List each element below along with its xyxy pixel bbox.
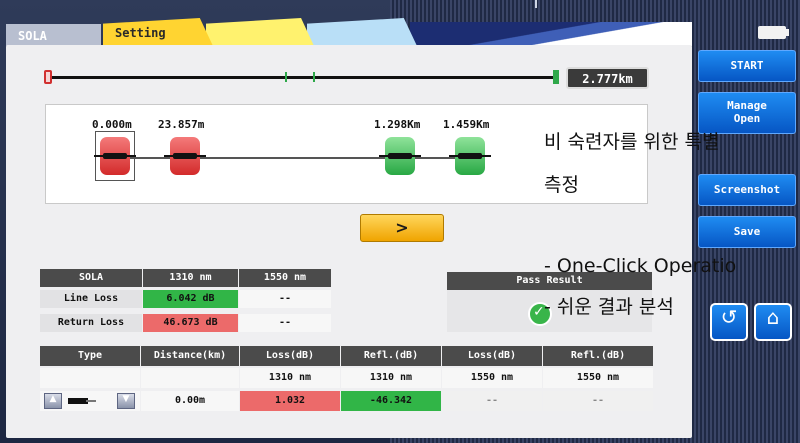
event-header-loss-1310: Loss(dB) [240,346,340,366]
triangle-up-icon: ▲ [49,394,57,404]
event-header-distance: Distance(km) [141,346,239,366]
event-distance-label: 0.000m [92,118,132,131]
start-button[interactable]: START [698,50,796,82]
event-header-refl-1550: Refl.(dB) [543,346,653,366]
otdr-screen: Setting SOLA 2.777km 0.000m 23.857m 1.29… [0,0,800,443]
return-loss-1310: 46.673 dB [143,314,238,332]
row-label-line-loss: Line Loss [40,290,142,308]
event-header-loss-1550: Loss(dB) [442,346,542,366]
total-distance-label: 2.777km [566,67,649,89]
return-loss-1550: -- [239,314,331,332]
distance-end-marker [553,70,559,84]
save-label: Save [733,225,761,238]
subheader-refl-1310: 1310 nm [341,368,441,388]
subheader-loss-1550: 1550 nm [442,368,542,388]
battery-icon [758,26,789,39]
home-icon: ⌂ [766,305,780,329]
top-marker [535,0,537,8]
event-distance-label: 23.857m [158,118,205,131]
line-loss-1550: -- [239,290,331,308]
overlay-caption: 측정 [544,174,579,196]
connector-type-icon [68,398,96,404]
screenshot-button[interactable]: Screenshot [698,174,796,206]
triangle-down-icon: ▼ [122,394,130,404]
tab-sola[interactable]: SOLA [6,24,101,46]
event-loss-1310-value: 1.032 [240,391,340,411]
event-connector-red[interactable] [164,137,206,175]
back-arrow-icon: ↺ [720,305,738,329]
chevron-right-icon: > [395,218,409,237]
overlay-caption: - 쉬운 결과 분석 [544,296,674,318]
summary-header-sola: SOLA [40,269,142,287]
screenshot-label: Screenshot [713,183,781,196]
back-button[interactable]: ↺ [710,303,748,341]
subheader-refl-1550: 1550 nm [543,368,653,388]
overlay-caption: 비 숙련자를 위한 특별 [544,131,720,153]
next-event-button[interactable]: > [360,214,444,242]
event-connector-green[interactable] [449,137,491,175]
summary-header-1310: 1310 nm [143,269,238,287]
event-distance-label: 1.459Km [443,118,490,131]
home-button[interactable]: ⌂ [754,303,792,341]
manage-label: Manage [727,99,767,112]
open-label: Open [733,112,761,125]
distance-start-marker[interactable] [44,70,52,84]
event-refl-1310-value: -46.342 [341,391,441,411]
line-loss-1310: 6.042 dB [143,290,238,308]
event-header-refl-1310: Refl.(dB) [341,346,441,366]
distance-event-tick [313,72,315,82]
subheader-loss-1310: 1310 nm [240,368,340,388]
event-loss-1550-value: -- [442,391,542,411]
summary-header-1550: 1550 nm [239,269,331,287]
event-distance-value: 0.00m [141,391,239,411]
event-connector-red[interactable] [94,137,136,175]
subheader-type [40,368,140,388]
event-refl-1550-value: -- [543,391,653,411]
start-label: START [730,59,764,72]
distance-track [48,76,556,79]
tab-header-band [410,22,692,46]
event-next-button[interactable]: ▼ [117,393,135,409]
subheader-distance [141,368,239,388]
event-distance-label: 1.298Km [374,118,421,131]
distance-event-tick [285,72,287,82]
overlay-caption: - One-Click Operatio [544,255,737,277]
event-connector-green[interactable] [379,137,421,175]
row-label-return-loss: Return Loss [40,314,142,332]
event-prev-button[interactable]: ▲ [44,393,62,409]
event-header-type: Type [40,346,140,366]
save-button[interactable]: Save [698,216,796,248]
